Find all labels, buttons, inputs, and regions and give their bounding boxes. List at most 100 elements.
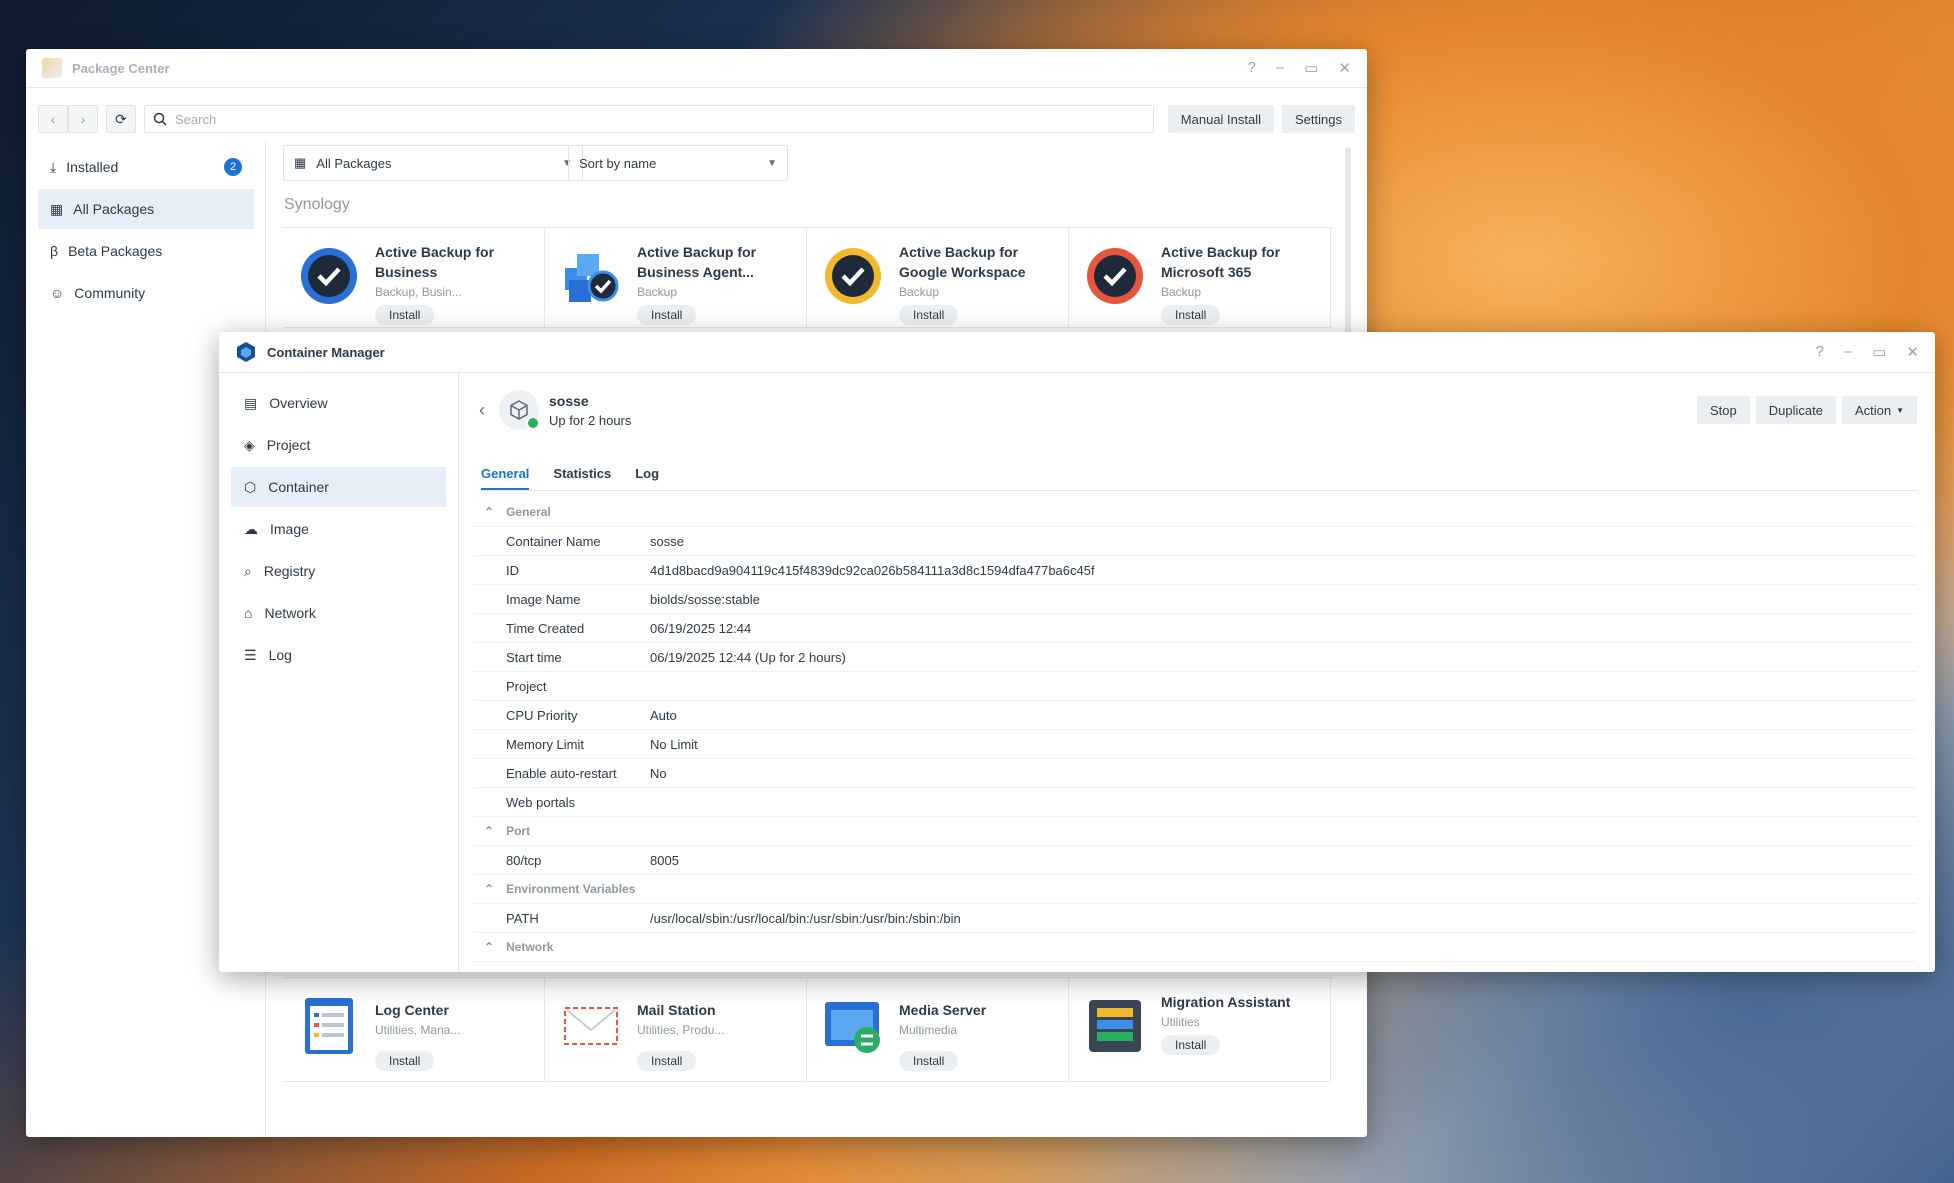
sidebar-item-log[interactable]: ☰ Log [231, 635, 446, 675]
detail-value: 4d1d8bacd9a904119c415f4839dc92ca026b5841… [650, 562, 1095, 578]
container-detail-panel: ‹ sosse Up for 2 hours Stop Duplicate Ac… [459, 373, 1935, 972]
caret-down-icon: ▼ [767, 157, 777, 169]
detail-key: Start time [506, 649, 562, 665]
help-icon[interactable]: ? [1816, 343, 1824, 361]
container-manager-app-icon [235, 341, 257, 363]
back-button[interactable]: ‹ [38, 105, 68, 133]
sidebar-item-container[interactable]: ⬡ Container [231, 467, 446, 507]
package-category: Utilities, Mana... [375, 1023, 461, 1037]
chevron-left-icon: ‹ [50, 111, 56, 127]
group-header-port[interactable]: ⌃ Port [474, 817, 1917, 846]
package-card[interactable]: Active Backup for Microsoft 365 Backup I… [1069, 228, 1331, 328]
package-card[interactable]: Active Backup for Google Workspace Backu… [807, 228, 1069, 328]
package-card[interactable]: Mail Station Utilities, Produ... Install [545, 978, 807, 1082]
sidebar-item-network[interactable]: ⌂ Network [231, 593, 446, 633]
detail-value: biolds/sosse:stable [650, 591, 760, 607]
chevron-left-icon[interactable]: ‹ [479, 400, 499, 421]
sort-dropdown[interactable]: Sort by name ▼ [568, 145, 788, 181]
sidebar-item-label: Community [74, 285, 146, 301]
sidebar-item-label: Overview [269, 395, 328, 411]
refresh-button[interactable]: ⟳ [106, 105, 136, 133]
section-title: Synology [284, 196, 350, 213]
detail-value: 8005 [650, 852, 679, 868]
sidebar-item-project[interactable]: ◈ Project [231, 425, 446, 465]
cloud-icon: ☁ [244, 520, 258, 537]
group-header-general[interactable]: ⌃ General [474, 498, 1917, 527]
sidebar-item-community[interactable]: ☺ Community [38, 273, 254, 313]
network-icon: ⌂ [244, 605, 253, 621]
category-filter-dropdown[interactable]: ▦ All Packages ▼ [283, 145, 583, 181]
tab-statistics[interactable]: Statistics [553, 460, 611, 490]
search-placeholder: Search [175, 111, 217, 127]
detail-row: Project [474, 672, 1917, 701]
install-button[interactable]: Install [899, 1051, 959, 1071]
close-icon[interactable]: ✕ [1906, 343, 1919, 361]
chevron-up-icon: ⌃ [484, 940, 495, 954]
sidebar-item-installed[interactable]: ⤓ Installed 2 [38, 147, 254, 187]
group-header-environment-variables[interactable]: ⌃ Environment Variables [474, 875, 1917, 904]
detail-key: Memory Limit [506, 736, 585, 752]
cube-icon: ⬡ [244, 478, 257, 495]
install-button[interactable]: Install [899, 305, 959, 325]
tab-log[interactable]: Log [635, 460, 659, 490]
chevron-up-icon: ⌃ [484, 882, 495, 896]
package-title: Migration Assistant [1161, 994, 1291, 1010]
detail-key: PATH [506, 910, 539, 926]
layers-icon: ◈ [244, 436, 255, 453]
detail-row: PATH/usr/local/sbin:/usr/local/bin:/usr/… [474, 904, 1917, 933]
beta-icon: β [50, 243, 59, 259]
forward-button[interactable]: › [68, 105, 98, 133]
package-card[interactable]: Active Backup for Business Backup, Busin… [283, 228, 545, 328]
install-button[interactable]: Install [637, 1051, 697, 1071]
detail-row: Time Created 06/19/2025 12:44 [474, 614, 1917, 643]
detail-row: Container Name sosse [474, 527, 1917, 556]
sidebar-item-image[interactable]: ☁ Image [231, 509, 446, 549]
minimize-icon[interactable]: – [1844, 343, 1852, 361]
action-label: Action [1854, 402, 1892, 418]
maximize-icon[interactable]: ▭ [1872, 343, 1886, 361]
detail-key: CPU Priority [506, 707, 578, 723]
tab-general[interactable]: General [481, 460, 530, 490]
maximize-icon[interactable]: ▭ [1304, 59, 1318, 77]
caret-down-icon: ▼ [1896, 405, 1904, 415]
detail-key: Project [506, 678, 547, 694]
filter-value: All Packages [316, 155, 392, 171]
chevron-right-icon: › [80, 111, 86, 127]
container-header: ‹ sosse Up for 2 hours Stop Duplicate Ac… [479, 385, 1917, 435]
sidebar-item-overview[interactable]: ▤ Overview [231, 383, 446, 423]
duplicate-button[interactable]: Duplicate [1755, 396, 1836, 424]
general-details: ⌃ General Container Name sosse ID 4d1d8bacd… [474, 498, 1917, 972]
install-button[interactable]: Install [1161, 1035, 1221, 1055]
install-button[interactable]: Install [1161, 305, 1221, 325]
mail-station-icon [561, 996, 621, 1056]
detail-row: Start time 06/19/2025 12:44 (Up for 2 hou… [474, 643, 1917, 672]
package-category: Utilities, Produ... [637, 1023, 725, 1037]
package-card[interactable]: Active Backup for Business Agent... Back… [545, 228, 807, 328]
help-icon[interactable]: ? [1248, 59, 1256, 77]
install-button[interactable]: Install [375, 305, 435, 325]
action-button[interactable]: Action ▼ [1841, 396, 1917, 424]
package-category: Utilities [1161, 1015, 1200, 1029]
manual-install-button[interactable]: Manual Install [1167, 105, 1275, 133]
settings-button[interactable]: Settings [1282, 105, 1355, 133]
install-button[interactable]: Install [637, 305, 697, 325]
search-input[interactable]: Search [144, 105, 1154, 133]
grid-icon: ▦ [50, 200, 64, 217]
package-card[interactable]: Migration Assistant Utilities Install [1069, 978, 1331, 1082]
active-backup-icon [299, 246, 359, 306]
window-title: Container Manager [267, 344, 385, 360]
sidebar-item-registry[interactable]: ⌕ Registry [231, 551, 446, 591]
package-center-app-icon [42, 58, 62, 78]
package-title: Active Backup for Business [375, 244, 495, 280]
sidebar-item-beta-packages[interactable]: β Beta Packages [38, 231, 254, 271]
package-card[interactable]: Media Server Multimedia Install [807, 978, 1069, 1082]
minimize-icon[interactable]: – [1276, 59, 1284, 77]
group-label: Environment Variables [506, 882, 636, 896]
stop-button[interactable]: Stop [1696, 396, 1750, 424]
sidebar-item-all-packages[interactable]: ▦ All Packages [38, 189, 254, 229]
install-button[interactable]: Install [375, 1051, 435, 1071]
package-card[interactable]: Log Center Utilities, Mana... Install [283, 978, 545, 1082]
close-icon[interactable]: ✕ [1338, 59, 1351, 77]
detail-row: ID 4d1d8bacd9a904119c415f4839dc92ca026b58… [474, 556, 1917, 585]
group-header-network[interactable]: ⌃ Network [474, 933, 1917, 962]
